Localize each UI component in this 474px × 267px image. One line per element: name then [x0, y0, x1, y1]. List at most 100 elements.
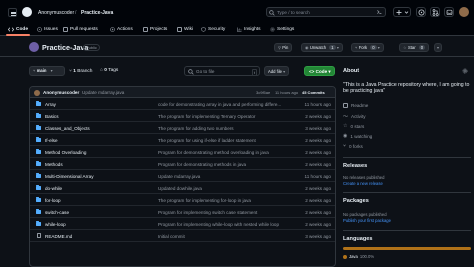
commit-message[interactable]: The program for implementing Ternary Ope…	[158, 114, 255, 119]
commit-message[interactable]: Program for demonstrating method overloa…	[158, 150, 269, 155]
unwatch-button[interactable]: ◉ Unwatch 1 ▾	[301, 43, 343, 52]
commit-message[interactable]: The program for adding two numbers	[158, 126, 234, 131]
tags-link[interactable]: ⌂ 0 Tags	[100, 68, 118, 73]
author-avatar[interactable]	[34, 89, 40, 96]
packages-heading[interactable]: Packages	[343, 198, 369, 204]
branches-link[interactable]: ⑂ 1 Branch	[69, 68, 92, 74]
file-table: Anonymuscoder Update mdarray.java 3c9f5a…	[29, 86, 336, 267]
commit-author[interactable]: Anonymuscoder	[43, 90, 79, 95]
commit-message[interactable]: The program for implementing for-loop in…	[158, 198, 251, 203]
breadcrumb-owner[interactable]: Anonymuscoder	[38, 10, 74, 16]
branches-label: Branch	[77, 69, 93, 74]
file-row[interactable]: do-while Updated dowhile.java 2 weeks ago	[30, 182, 335, 194]
file-name[interactable]: while-loop	[45, 222, 66, 227]
tab-settings[interactable]: Settings	[270, 24, 294, 34]
file-row[interactable]: while-loop Program for implementing while…	[30, 218, 335, 230]
unwatch-count: 1	[329, 45, 336, 50]
file-name[interactable]: do-while	[45, 186, 62, 191]
pin-button[interactable]: ⚲ Pin	[274, 43, 293, 52]
tab-pull-requests[interactable]: Pull requests	[63, 24, 98, 34]
commit-time: 2 weeks ago	[305, 137, 331, 143]
star-button[interactable]: ☆ Star 0	[399, 43, 430, 52]
github-logo-icon[interactable]	[22, 7, 32, 17]
tab-actions[interactable]: Actions	[110, 24, 133, 34]
gear-icon[interactable]	[462, 68, 468, 74]
tab-projects[interactable]: Projects	[143, 24, 167, 34]
file-name[interactable]: Classes_and_Objects	[45, 126, 90, 131]
stars-link[interactable]: ☆ 0 stars	[343, 123, 364, 129]
commit-message[interactable]: The program for using if-else if ladder …	[158, 138, 256, 143]
notifications-icon[interactable]	[444, 7, 454, 17]
create-release-link[interactable]: Create a new release	[343, 181, 383, 186]
menu-button[interactable]	[8, 8, 17, 17]
code-button[interactable]: <> Code ▾	[304, 66, 335, 76]
readme-link[interactable]: Readme	[343, 103, 368, 108]
file-row[interactable]: Array code for demonstrating array in jav…	[30, 98, 335, 110]
watchers-link[interactable]: ◉ 1 watching	[343, 133, 372, 139]
tab-issues[interactable]: Issues	[37, 24, 58, 34]
add-file-button[interactable]: Add file ▾	[264, 66, 290, 76]
commit-message[interactable]: Program for demonstrating methods in jav…	[158, 162, 246, 167]
commit-message[interactable]: Program for implementing switch case sta…	[158, 210, 257, 215]
language-item[interactable]: Java 100.0%	[343, 254, 374, 259]
file-row[interactable]: If-else The program for using if-else if …	[30, 134, 335, 146]
code-icon: <>	[309, 69, 315, 74]
file-name[interactable]: Methods	[45, 162, 63, 167]
user-avatar[interactable]	[459, 7, 469, 17]
tab-insights[interactable]: Insights	[237, 24, 261, 34]
breadcrumb-repo[interactable]: Practice-Java	[81, 10, 113, 16]
tab-security[interactable]: Security	[201, 24, 225, 34]
file-row[interactable]: switch-case Program for implementing swit…	[30, 206, 335, 218]
commit-message[interactable]: Initial commit	[158, 234, 185, 239]
file-row[interactable]: Basics The program for implementing Terna…	[30, 110, 335, 122]
commit-hash[interactable]: 3c9f5ae	[256, 90, 270, 95]
file-row[interactable]: Methods Program for demonstrating methods…	[30, 158, 335, 170]
create-new-button[interactable]	[393, 7, 411, 17]
commit-message[interactable]: Update mdarray.java	[158, 174, 200, 179]
commit-message[interactable]: Update mdarray.java	[82, 90, 124, 95]
search-icon	[188, 69, 194, 75]
issues-icon[interactable]	[416, 7, 426, 17]
fork-button[interactable]: ⑂ Fork 0 ▾	[351, 43, 384, 52]
branch-selector[interactable]: ⑂ main ▾	[29, 66, 65, 76]
chevron-down-icon: ▾	[283, 69, 286, 74]
chevron-down-icon: ▾	[437, 45, 440, 50]
command-palette-icon[interactable]	[375, 8, 383, 16]
commit-time: 2 weeks ago	[305, 185, 331, 191]
pull-requests-icon[interactable]	[430, 7, 440, 17]
tab-wiki[interactable]: Wiki	[177, 24, 193, 34]
tag-icon: ⌂	[100, 68, 103, 73]
repo-title[interactable]: Practice-Java	[42, 43, 88, 52]
file-name[interactable]: Basics	[45, 114, 59, 119]
pin-label: Pin	[282, 45, 289, 50]
star-list-button[interactable]: ▾	[434, 43, 443, 52]
repo-owner-avatar[interactable]	[29, 42, 39, 52]
go-to-file-input[interactable]: Go to file t	[184, 66, 260, 76]
file-row[interactable]: Method Overloading Program for demonstrat…	[30, 146, 335, 158]
file-row[interactable]: Multi-Dimensional Array Update mdarray.ja…	[30, 170, 335, 182]
commit-message[interactable]: Updated dowhile.java	[158, 186, 202, 191]
releases-heading[interactable]: Releases	[343, 163, 367, 169]
search-input[interactable]: Type / to search	[266, 7, 386, 17]
commits-count-link[interactable]: 45 Commits	[302, 90, 325, 95]
file-row[interactable]: Classes_and_Objects The program for addin…	[30, 122, 335, 134]
file-name[interactable]: README.md	[45, 234, 72, 239]
publish-package-link[interactable]: Publish your first package	[343, 218, 391, 223]
file-name[interactable]: If-else	[45, 138, 58, 143]
folder-icon	[36, 100, 41, 106]
file-name[interactable]: Multi-Dimensional Array	[45, 174, 94, 179]
activity-link[interactable]: 〜 Activity	[343, 113, 366, 120]
commit-message[interactable]: code for demonstrating array in java and…	[158, 102, 281, 107]
file-name[interactable]: for-loop	[45, 198, 61, 203]
file-name[interactable]: switch-case	[45, 210, 69, 215]
tab-code[interactable]: Code	[8, 24, 28, 34]
forks-link[interactable]: ⑂ 0 forks	[343, 143, 363, 149]
file-name[interactable]: Method Overloading	[45, 150, 86, 155]
commit-message[interactable]: Program for implementing while-loop with…	[158, 222, 279, 227]
star-icon: ☆	[403, 45, 407, 50]
file-row[interactable]: README.md Initial commit 3 weeks ago	[30, 230, 335, 242]
file-row[interactable]: for-loop The program for implementing for…	[30, 194, 335, 206]
file-icon	[36, 233, 41, 238]
tab-label: Wiki	[184, 26, 194, 32]
file-name[interactable]: Array	[45, 102, 56, 107]
